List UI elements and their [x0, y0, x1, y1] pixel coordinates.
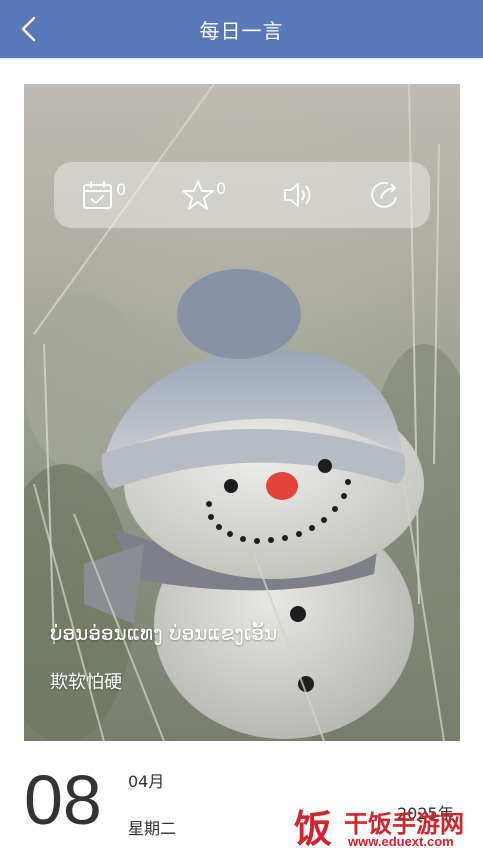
- quote-card: 0 0 ບ່ອນອ່ອນແທງ ບ່ອນແຂງເອັ້ນ 欺软怕硬: [24, 84, 460, 741]
- date-month: 04月: [128, 772, 165, 791]
- calendar-checkin-button[interactable]: 0: [82, 180, 126, 210]
- calendar-check-icon: [83, 181, 112, 209]
- share-button[interactable]: [370, 179, 402, 211]
- date-weekday: 星期二: [128, 819, 177, 838]
- watermark: 饭 干饭手游网 www.eduext.com: [284, 800, 474, 856]
- watermark-url: www.eduext.com: [348, 834, 454, 849]
- share-icon: [371, 182, 397, 208]
- date-day: 08: [24, 761, 102, 839]
- watermark-logo: 饭: [289, 805, 337, 853]
- audio-button[interactable]: [282, 180, 314, 210]
- quote-lao-text: ບ່ອນອ່ອນແທງ ບ່ອນແຂງເອັ້ນ: [50, 621, 278, 645]
- star-icon: [182, 180, 214, 210]
- app-header: 每日一言: [0, 0, 483, 58]
- speaker-icon: [284, 183, 311, 207]
- quote-chinese-text: 欺软怕硬: [50, 672, 122, 693]
- favorite-button[interactable]: 0: [182, 179, 226, 211]
- watermark-logo-char: 饭: [294, 807, 332, 851]
- chevron-left-icon: [21, 16, 36, 42]
- back-button[interactable]: [14, 14, 44, 44]
- action-toolbar: 0 0: [54, 162, 430, 228]
- page-title: 每日一言: [199, 18, 284, 43]
- favorite-count: 0: [216, 179, 227, 198]
- calendar-count: 0: [115, 180, 127, 199]
